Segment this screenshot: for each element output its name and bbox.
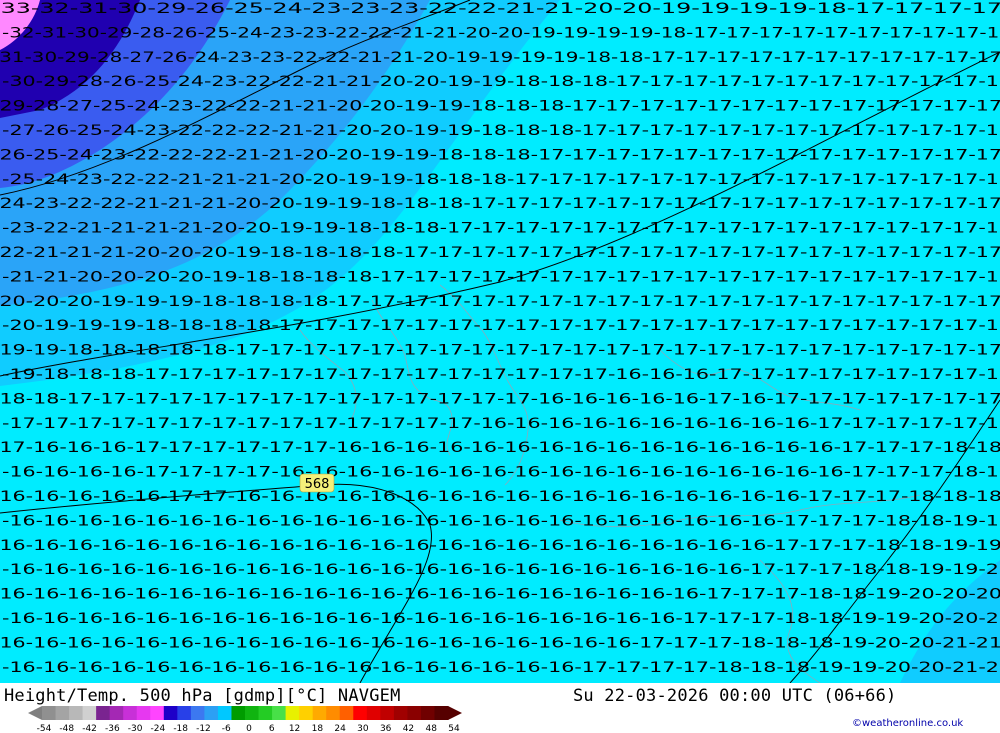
credit-link[interactable]: ©weatheronline.co.uk (852, 718, 963, 729)
legend-swatch (55, 706, 70, 720)
legend-swatch (339, 706, 354, 720)
temperature-row: -26-25-24-23-22-22-22-21-21-20-20-19-19-… (0, 147, 1000, 163)
legend-swatch (420, 706, 435, 720)
legend-tick-label: 42 (403, 724, 414, 733)
weather-map: -33-32-31-30-29-26-25-24-23-23-23-22-22-… (0, 0, 1000, 683)
temperature-row: -22-21-21-21-20-20-20-19-18-18-18-18-17-… (0, 245, 1000, 261)
legend-swatch (272, 706, 287, 720)
temperature-row: -27-26-25-24-23-22-22-22-21-21-20-20-19-… (2, 123, 1000, 139)
legend-swatch (285, 706, 300, 720)
legend-right-arrow (448, 706, 462, 720)
color-legend: -54 -48 -42 -36 -30 -24 -18 -12 -6 0 6 12 18 24 30 36 42… (28, 706, 462, 733)
map-title: Height/Temp. 500 hPa [gdmp][°C] NAVGEM (4, 686, 401, 706)
legend-tick-label: 30 (357, 724, 369, 733)
legend-tick-label: -18 (173, 724, 188, 733)
legend-swatch (299, 706, 314, 720)
legend-tick-label: -54 (37, 724, 52, 733)
temperature-row: -33-32-31-30-29-26-25-24-23-23-23-22-22-… (0, 1, 1000, 17)
legend-tick-label: -48 (59, 724, 74, 733)
legend-swatch (231, 706, 246, 720)
temperature-row: -19-18-18-18-17-17-17-17-17-17-17-17-17-… (2, 367, 1000, 383)
temperature-row: -23-22-21-21-21-21-20-20-19-19-18-18-18-… (2, 221, 1000, 237)
legend-tick-label: 12 (289, 724, 300, 733)
temperature-row: -25-24-23-22-22-21-21-21-20-20-19-19-18-… (2, 172, 1000, 188)
legend-tick-label: 48 (425, 724, 437, 733)
temperature-row: -16-16-16-16-17-17-17-17-16-16-16-16-16-… (2, 465, 1000, 481)
contour-label-text: 568 (305, 477, 330, 492)
legend-swatch (163, 706, 178, 720)
legend-swatch (245, 706, 260, 720)
legend-swatches (28, 706, 462, 720)
legend-swatch (82, 706, 97, 720)
temperature-row: -17-16-16-16-17-17-17-17-17-17-16-16-16-… (0, 440, 1000, 456)
temperature-row: -18-18-17-17-17-17-17-17-17-17-17-17-17-… (0, 391, 1000, 407)
legend-tick-label: -42 (82, 724, 97, 733)
legend-tick-label: 18 (312, 724, 324, 733)
legend-swatch (353, 706, 368, 720)
temperature-row: -32-31-30-29-28-26-25-24-23-23-22-22-21-… (2, 25, 1000, 41)
legend-tick-label: 0 (246, 724, 252, 733)
legend-tick-label: -36 (105, 724, 120, 733)
temperature-row: -19-19-18-18-18-18-18-17-17-17-17-17-17-… (0, 343, 1000, 359)
legend-swatch (434, 706, 449, 720)
legend-swatch (69, 706, 84, 720)
temperature-row: -16-16-16-16-16-16-16-16-16-16-16-16-16-… (2, 562, 1000, 578)
legend-swatch (217, 706, 232, 720)
legend-tick-label: 6 (269, 724, 275, 733)
temperature-row: -16-16-16-16-16-17-17-16-16-16-16-16-16-… (0, 489, 1000, 505)
legend-swatch (150, 706, 165, 720)
temperature-row: -30-29-28-26-25-24-23-22-22-21-21-20-20-… (2, 74, 1000, 90)
legend-swatch (123, 706, 138, 720)
temperature-row: -17-17-17-17-17-17-17-17-17-17-17-17-17-… (2, 416, 1000, 432)
temperature-row: -16-16-16-16-16-16-16-16-16-16-16-16-16-… (0, 538, 1000, 554)
temperature-row: -20-19-19-19-18-18-18-18-17-17-17-17-17-… (2, 318, 1000, 334)
legend-swatch (312, 706, 327, 720)
legend-swatch (380, 706, 395, 720)
legend-tick-label: 54 (448, 724, 460, 733)
legend-swatch (177, 706, 192, 720)
legend-swatch (42, 706, 57, 720)
contour-label-568: 568 (299, 473, 335, 493)
legend-tick-label: -24 (151, 724, 166, 733)
map-canvas: -33-32-31-30-29-26-25-24-23-23-23-22-22-… (0, 0, 1000, 683)
legend-left-arrow (28, 706, 42, 720)
temperature-row: -29-28-27-25-24-23-22-22-21-21-20-20-19-… (0, 99, 1000, 115)
map-datetime: Su 22-03-2026 00:00 UTC (06+66) (573, 686, 897, 706)
legend-swatch (136, 706, 151, 720)
legend-tick-label: 36 (380, 724, 392, 733)
legend-tick-labels: -54 -48 -42 -36 -30 -24 -18 -12 -6 0 6 12 18 24 30 36 42… (37, 724, 460, 733)
legend-swatch (326, 706, 341, 720)
legend-tick-label: -30 (128, 724, 143, 733)
temperature-row: -21-21-20-20-20-20-19-18-18-18-18-17-17-… (2, 269, 1000, 285)
legend-tick-label: -12 (196, 724, 211, 733)
temperature-row: -24-23-22-22-21-21-21-20-20-19-19-18-18-… (0, 196, 1000, 212)
temperature-row: -16-16-16-16-16-16-16-16-16-16-16-16-16-… (2, 660, 1000, 676)
temperature-row: -16-16-16-16-16-16-16-16-16-16-16-16-16-… (0, 635, 1000, 651)
legend-swatch (366, 706, 381, 720)
temperature-row: -20-20-20-19-19-19-18-18-18-18-17-17-17-… (0, 294, 1000, 310)
temperature-row: -31-30-29-28-27-26-24-23-23-22-22-21-21-… (0, 50, 1000, 66)
legend-swatch (258, 706, 273, 720)
temperature-row: -16-16-16-16-16-16-16-16-16-16-16-16-16-… (2, 611, 1000, 627)
legend-swatch (204, 706, 219, 720)
legend-swatch (109, 706, 124, 720)
legend-tick-label: -6 (222, 724, 231, 733)
temperature-row: -16-16-16-16-16-16-16-16-16-16-16-16-16-… (0, 587, 1000, 603)
legend-tick-label: 24 (334, 724, 346, 733)
legend-swatch (407, 706, 422, 720)
legend-swatch (190, 706, 205, 720)
legend-swatch (393, 706, 408, 720)
temperature-row: -16-16-16-16-16-16-16-16-16-16-16-16-16-… (2, 513, 1000, 529)
legend-swatch (96, 706, 111, 720)
